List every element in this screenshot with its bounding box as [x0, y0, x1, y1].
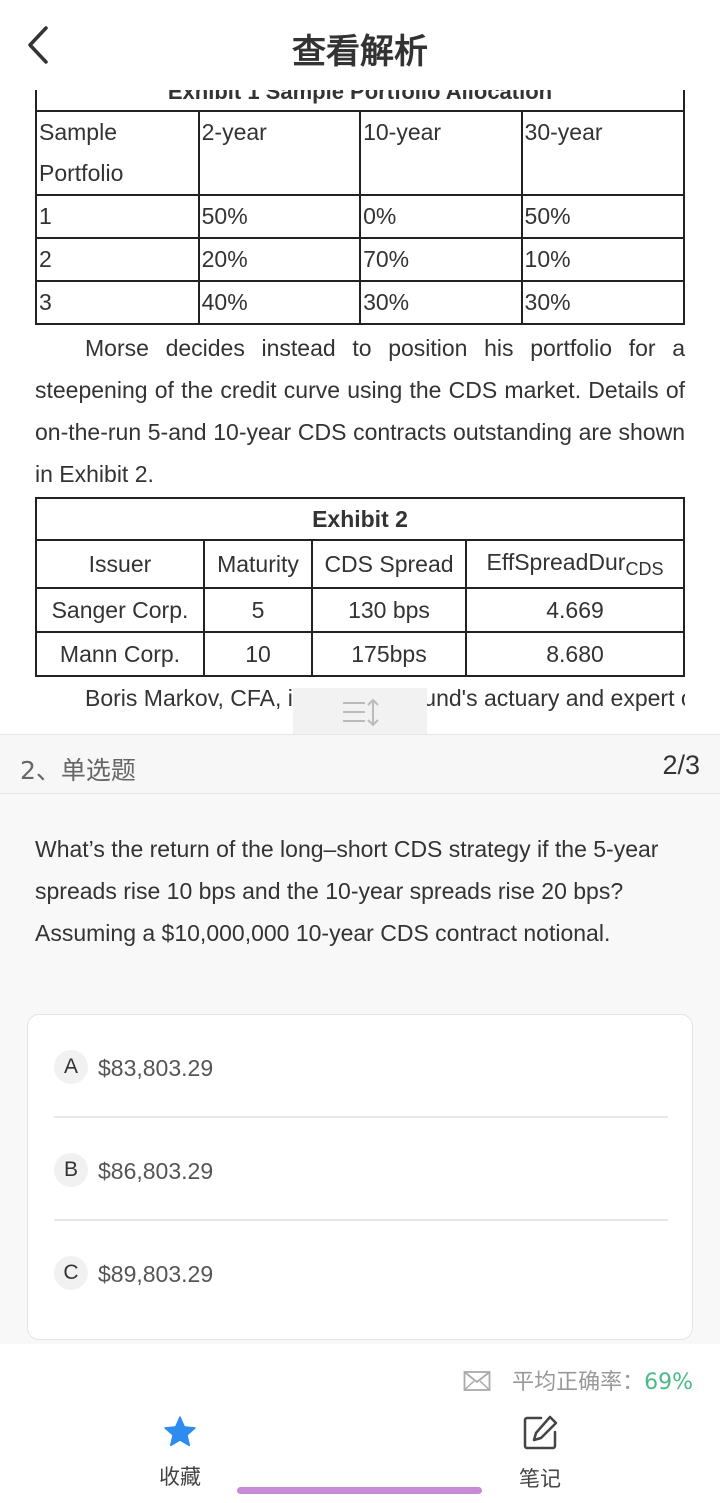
header-text: EffSpreadDur	[486, 548, 626, 575]
table-header-cell: Sample Portfolio	[35, 110, 200, 196]
option-letter: C	[54, 1256, 88, 1290]
table-header-cell: 10-year	[359, 110, 523, 196]
table-cell: 70%	[359, 237, 523, 282]
table-cell: 4.669	[465, 587, 685, 633]
table-cell: 3	[35, 280, 200, 325]
header: 查看解析	[0, 0, 720, 90]
table-row: 3 40% 30% 30%	[35, 280, 686, 325]
option-letter: B	[54, 1153, 88, 1187]
option-c[interactable]: C $89,803.29	[54, 1221, 668, 1324]
resize-drag-handle[interactable]	[293, 688, 427, 734]
table-cell: 175bps	[311, 631, 467, 677]
passage-paragraph: Morse decides instead to position his po…	[35, 335, 685, 487]
question-counter: 2/3	[662, 750, 700, 780]
mail-icon[interactable]	[463, 1369, 491, 1393]
option-text: $86,803.29	[98, 1158, 214, 1184]
option-text: $83,803.29	[98, 1055, 214, 1081]
table-row: Sanger Corp. 5 130 bps 4.669	[35, 587, 685, 633]
table-cell: 1	[35, 194, 200, 239]
edit-note-icon	[523, 1415, 558, 1450]
option-letter: A	[54, 1050, 88, 1084]
table-cell: 2	[35, 237, 200, 282]
table-cell: 20%	[197, 237, 362, 282]
star-icon	[164, 1416, 196, 1447]
favorite-button[interactable]: 收藏	[130, 1414, 230, 1491]
table-row: 1 50% 0% 50%	[35, 194, 686, 239]
table-cell: 30%	[520, 280, 686, 325]
table-cell: 40%	[197, 280, 362, 325]
table-cell: 0%	[359, 194, 523, 239]
notes-label: 笔记	[519, 1467, 561, 1491]
notes-button[interactable]: 笔记	[490, 1414, 590, 1493]
table-header-cell: 2-year	[197, 110, 362, 196]
table-header-cell: EffSpreadDurCDS	[465, 539, 685, 589]
table-cell: 10	[203, 631, 313, 677]
passage-panel[interactable]: Exhibit 1 Sample Portfolio Allocation Sa…	[0, 90, 720, 734]
table-cell: 130 bps	[311, 587, 467, 633]
option-text: $89,803.29	[98, 1261, 214, 1287]
question-area: What’s the return of the long–short CDS …	[0, 794, 720, 1344]
table-row: 2 20% 70% 10%	[35, 237, 686, 282]
drag-handle-icon	[343, 698, 379, 727]
header-subscript: CDS	[625, 558, 664, 579]
exhibit2-table: Exhibit 2 Issuer Maturity CDS Spread Eff…	[35, 497, 685, 677]
page-title: 查看解析	[292, 32, 428, 72]
table-header-cell: Issuer	[35, 539, 205, 589]
table-header-cell: 30-year	[520, 110, 686, 196]
home-indicator	[237, 1487, 482, 1494]
table-cell: 50%	[197, 194, 362, 239]
table-cell: 5	[203, 587, 313, 633]
table-cell: 50%	[520, 194, 686, 239]
option-b[interactable]: B $86,803.29	[54, 1118, 668, 1221]
options-card: A $83,803.29 B $86,803.29 C $89,803.29	[27, 1014, 693, 1340]
question-text: What’s the return of the long–short CDS …	[35, 836, 659, 946]
table-cell: 8.680	[465, 631, 685, 677]
average-accuracy: 平均正确率：69%	[512, 1364, 693, 1396]
accuracy-value: 69%	[644, 1370, 693, 1395]
table-row: Mann Corp. 10 175bps 8.680	[35, 631, 685, 677]
exhibit2-caption: Exhibit 2	[35, 497, 685, 541]
exhibit1-table: Exhibit 1 Sample Portfolio Allocation Sa…	[35, 90, 686, 325]
table-cell: Mann Corp.	[35, 631, 205, 677]
option-a[interactable]: A $83,803.29	[54, 1015, 668, 1118]
table-cell: 10%	[520, 237, 686, 282]
bottom-bar: 平均正确率：69% 收藏 笔记	[0, 1344, 720, 1503]
table-cell: Sanger Corp.	[35, 587, 205, 633]
question-type: 2、单选题	[20, 756, 136, 785]
accuracy-label: 平均正确率：	[512, 1370, 645, 1395]
table-header-cell: Maturity	[203, 539, 313, 589]
table-header-row: Sample Portfolio 2-year 10-year 30-year	[35, 110, 686, 196]
question-type-bar: 2、单选题 2/3	[0, 734, 720, 794]
exhibit1-caption: Exhibit 1 Sample Portfolio Allocation	[35, 90, 685, 110]
table-header-row: Issuer Maturity CDS Spread EffSpreadDurC…	[35, 539, 685, 589]
table-header-cell: CDS Spread	[311, 539, 467, 589]
table-cell: 30%	[359, 280, 523, 325]
favorite-label: 收藏	[159, 1465, 201, 1489]
table-caption-row: Exhibit 2	[35, 497, 685, 541]
